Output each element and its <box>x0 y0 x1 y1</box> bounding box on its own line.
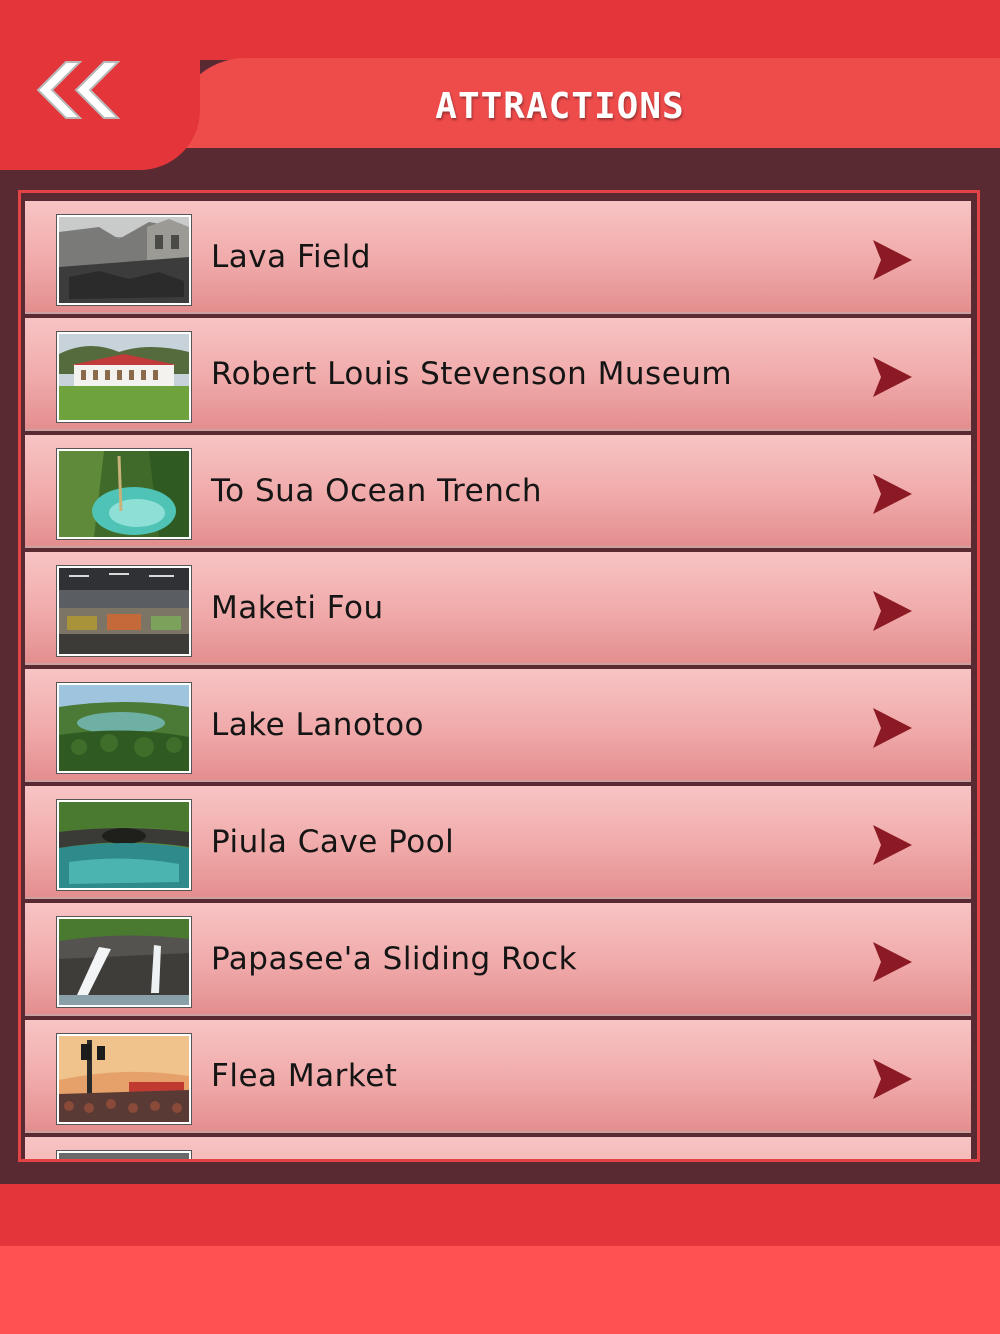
thumbnail-to-sua-ocean-trench <box>56 448 192 540</box>
chevron-right-icon <box>873 825 912 865</box>
item-label: Piula Cave Pool <box>211 824 455 860</box>
back-button[interactable] <box>36 58 126 122</box>
item-label: Robert Louis Stevenson Museum <box>211 356 733 392</box>
chevron-right-icon <box>873 591 912 631</box>
chevron-right-icon <box>873 1059 912 1099</box>
list-item-partial[interactable] <box>25 1135 971 1159</box>
thumbnail-lake-lanotoo <box>56 682 192 774</box>
thumbnail-piula-cave-pool <box>56 799 192 891</box>
item-label: Flea Market <box>211 1058 398 1094</box>
footer-bar <box>0 1246 1000 1334</box>
double-chevron-left-icon <box>36 61 121 119</box>
item-label: Maketi Fou <box>211 590 384 626</box>
item-label: Papasee'a Sliding Rock <box>211 941 578 977</box>
list-item-to-sua-ocean-trench[interactable]: To Sua Ocean Trench <box>25 433 971 548</box>
item-label: Lava Field <box>211 239 372 275</box>
list-item-flea-market[interactable]: Flea Market <box>25 1018 971 1133</box>
thumbnail-maketi-fou <box>56 565 192 657</box>
chevron-right-icon <box>873 708 912 748</box>
list-item-piula-cave-pool[interactable]: Piula Cave Pool <box>25 784 971 899</box>
list-item-papaseea-sliding-rock[interactable]: Papasee'a Sliding Rock <box>25 901 971 1016</box>
thumbnail-robert-louis-stevenson-museum <box>56 331 192 423</box>
footer-band <box>0 1184 1000 1248</box>
chevron-right-icon <box>873 240 912 280</box>
thumbnail-lava-field <box>56 214 192 306</box>
page-title: ATTRACTIONS <box>435 86 685 127</box>
item-label: Lake Lanotoo <box>211 707 425 743</box>
chevron-right-icon <box>873 474 912 514</box>
chevron-right-icon <box>873 942 912 982</box>
list-item-robert-louis-stevenson-museum[interactable]: Robert Louis Stevenson Museum <box>25 316 971 431</box>
thumbnail-flea-market <box>56 1033 192 1125</box>
list-item-maketi-fou[interactable]: Maketi Fou <box>25 550 971 665</box>
item-label: To Sua Ocean Trench <box>211 473 543 509</box>
thumbnail-papaseea-sliding-rock <box>56 916 192 1008</box>
thumbnail-partial <box>56 1150 192 1159</box>
attractions-list[interactable]: Lava Field Robert Louis Stevenson Museum <box>18 190 980 1162</box>
list-item-lava-field[interactable]: Lava Field <box>25 199 971 314</box>
chevron-right-icon <box>873 357 912 397</box>
list-item-lake-lanotoo[interactable]: Lake Lanotoo <box>25 667 971 782</box>
